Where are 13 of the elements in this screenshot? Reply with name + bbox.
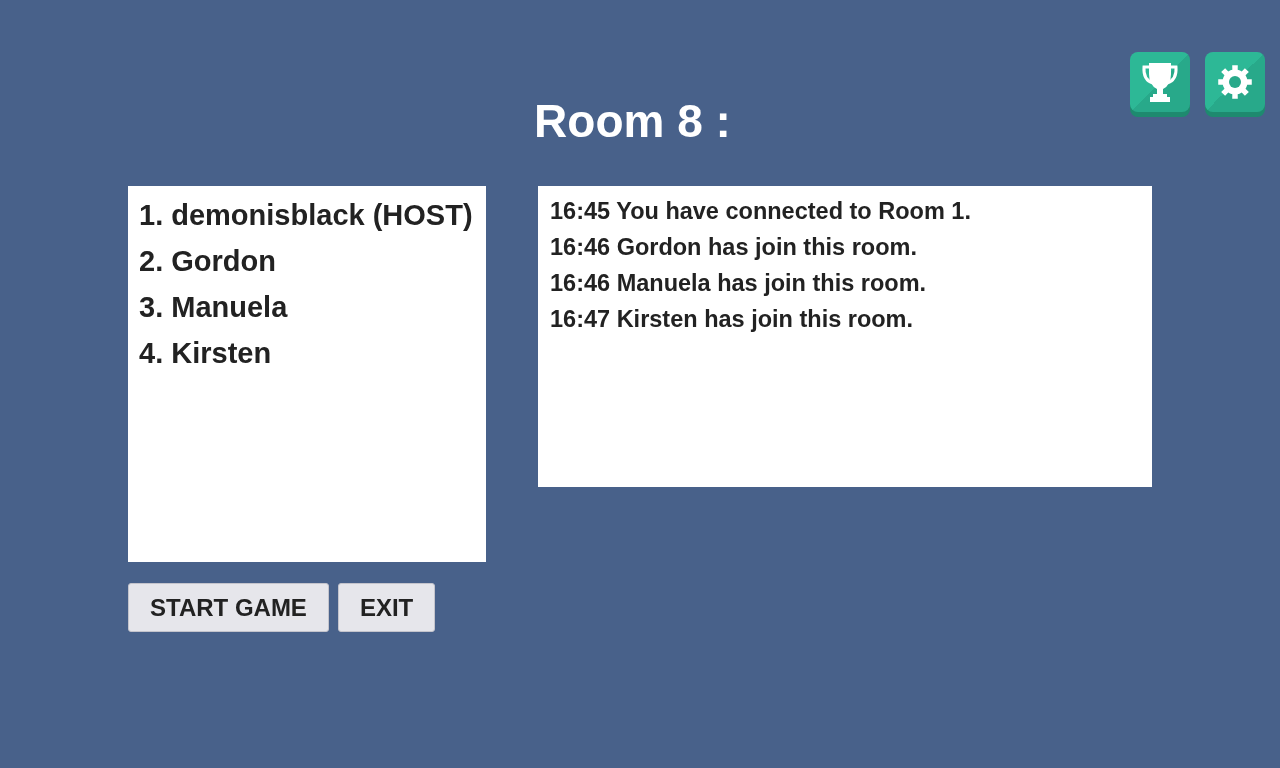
chat-message: 16:47 Kirsten has join this room. bbox=[550, 305, 914, 334]
start-game-button[interactable]: START GAME bbox=[128, 583, 329, 632]
room-title: Room 8 : bbox=[534, 95, 731, 147]
player-name: 4. Kirsten bbox=[139, 336, 272, 371]
chat-message: 16:46 Gordon has join this room. bbox=[550, 233, 917, 262]
settings-icon[interactable] bbox=[1205, 52, 1265, 117]
chat-message: 16:45 You have connected to Room 1. bbox=[550, 197, 971, 226]
exit-button[interactable]: EXIT bbox=[337, 583, 436, 632]
player-name: 1. demonisblack (HOST) bbox=[139, 198, 473, 233]
trophy-icon[interactable] bbox=[1130, 52, 1190, 117]
chat-message: 16:46 Manuela has join this room. bbox=[550, 269, 927, 298]
player-name: 2. Gordon bbox=[139, 244, 276, 279]
player-name: 3. Manuela bbox=[139, 290, 288, 325]
